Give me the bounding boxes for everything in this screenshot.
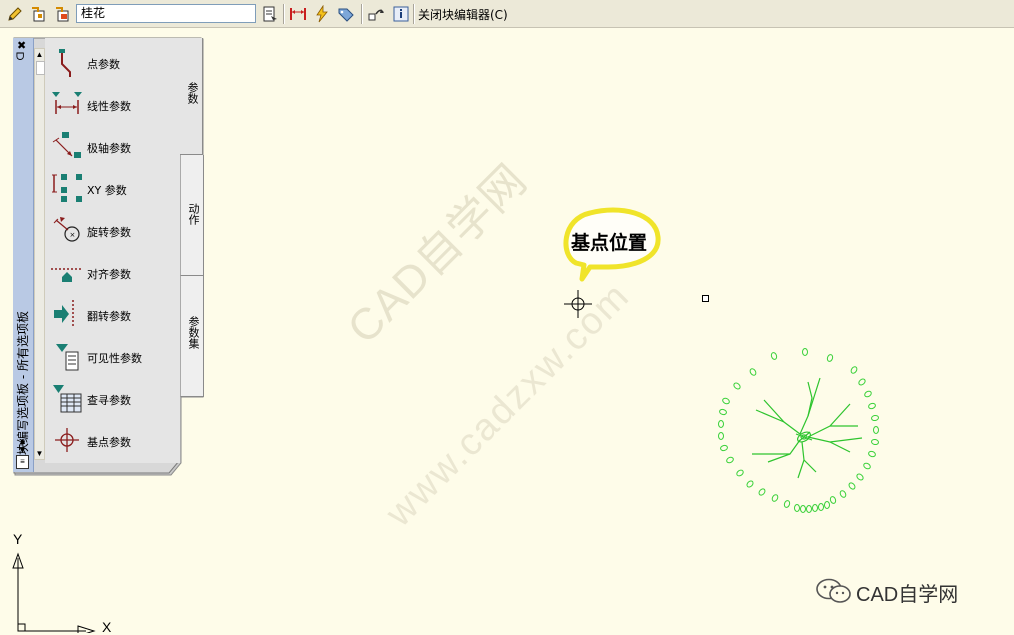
- alignment-parameter-icon: [51, 268, 83, 282]
- tab-label: 参数集: [187, 316, 200, 349]
- palette-item-label: 点参数: [87, 58, 120, 71]
- palette-item-xy-parameter[interactable]: XY 参数: [45, 168, 180, 208]
- palette-item-lookup-parameter[interactable]: 查寻参数: [45, 378, 180, 418]
- watermark-text: CAD自学网: [338, 155, 537, 354]
- properties-menu-icon[interactable]: ≡: [16, 455, 29, 469]
- update-parameter-button[interactable]: [366, 4, 386, 24]
- save-block-as-button[interactable]: [53, 4, 73, 24]
- block-test-icon: [263, 6, 277, 22]
- close-icon[interactable]: ✖: [17, 39, 26, 52]
- ucs-icon: [12, 552, 96, 633]
- palette-content: 点参数 线性参数 极轴参数 XY 参数 × 旋转参数 对齐参数 翻转参数 可见性…: [45, 38, 180, 463]
- save-as-icon: [56, 7, 69, 22]
- toolbar-separator: [413, 4, 415, 24]
- osmanthus-tree-symbol[interactable]: [712, 342, 898, 522]
- palette-item-linear-parameter[interactable]: 线性参数: [45, 84, 180, 124]
- palette-item-polar-parameter[interactable]: 极轴参数: [45, 126, 180, 166]
- scroll-thumb[interactable]: [36, 61, 45, 75]
- palette-item-alignment-parameter[interactable]: 对齐参数: [45, 252, 180, 292]
- base-point-crosshair-icon[interactable]: [562, 288, 594, 320]
- toolbar-separator: [361, 4, 363, 24]
- palette-item-label: 翻转参数: [87, 310, 131, 323]
- tab-actions[interactable]: 动作: [180, 155, 204, 276]
- tab-parameters[interactable]: 参数: [180, 38, 203, 155]
- palette-item-label: 极轴参数: [87, 142, 131, 155]
- linear-parameter-icon: [52, 92, 82, 114]
- palette-item-label: 线性参数: [87, 100, 131, 113]
- palette-item-visibility-parameter[interactable]: 可见性参数: [45, 336, 180, 376]
- palette-tabs: 参数 动作 参数集: [180, 38, 204, 398]
- palette-item-label: 可见性参数: [87, 352, 142, 365]
- dimension-parameter-icon: [290, 8, 306, 20]
- xy-parameter-icon: [52, 174, 82, 202]
- wechat-icon: [816, 578, 851, 603]
- palette-item-label: 对齐参数: [87, 268, 131, 281]
- close-block-editor-button[interactable]: 关闭块编辑器(C): [418, 6, 508, 23]
- basepoint-parameter-icon: [55, 428, 79, 452]
- test-block-button[interactable]: [260, 4, 280, 24]
- watermark-url: www.cadzxw.com: [378, 274, 639, 535]
- block-name-field[interactable]: 桂花: [76, 4, 256, 23]
- visibility-parameter-icon: [56, 344, 79, 371]
- lightning-icon: [316, 5, 328, 23]
- info-icon: [393, 6, 409, 22]
- rotation-parameter-icon: ×: [53, 217, 80, 242]
- ucs-y-label: Y: [13, 531, 23, 547]
- save-block-icon: [32, 7, 45, 22]
- palette-item-label: 基点参数: [87, 436, 131, 449]
- update-icon: [368, 9, 384, 21]
- edit-block-button[interactable]: [5, 4, 25, 24]
- svg-text:×: ×: [70, 231, 76, 239]
- block-editor-toolbar: 桂花 关闭块编辑器(C): [0, 0, 1014, 28]
- palette-scrollbar[interactable]: ▲ ▼: [34, 48, 45, 460]
- flip-parameter-icon: [54, 300, 74, 328]
- attribute-tag-icon: [338, 8, 354, 22]
- learn-dynamic-blocks-button[interactable]: [391, 4, 411, 24]
- point-parameter-icon: [59, 49, 71, 77]
- palette-item-label: 查寻参数: [87, 394, 131, 407]
- tab-parameter-sets[interactable]: 参数集: [180, 276, 204, 397]
- pencil-icon: [8, 7, 22, 21]
- tab-label: 动作: [187, 203, 200, 225]
- scroll-down-icon[interactable]: ▼: [35, 448, 44, 459]
- parameter-grip[interactable]: [702, 295, 709, 302]
- callout-text: 基点位置: [571, 232, 648, 254]
- tab-label: 参数: [186, 82, 199, 104]
- polar-parameter-icon: [52, 132, 81, 158]
- auto-hide-icon[interactable]: ᗜ: [16, 52, 24, 63]
- palette-title: 块编写选项板 - 所有选项板: [16, 311, 30, 455]
- parameter-button[interactable]: [288, 4, 308, 24]
- palette-item-label: 旋转参数: [87, 226, 131, 239]
- palette-item-flip-parameter[interactable]: 翻转参数: [45, 294, 180, 334]
- palette-item-label: XY 参数: [87, 184, 127, 197]
- palette-item-rotation-parameter[interactable]: × 旋转参数: [45, 210, 180, 250]
- save-block-button[interactable]: [29, 4, 49, 24]
- toolbar-separator: [283, 4, 285, 24]
- palette-arrows-icon[interactable]: ▲ ▼: [18, 437, 27, 455]
- brand-text: CAD自学网: [856, 584, 959, 606]
- palette-item-point-parameter[interactable]: 点参数: [45, 42, 180, 82]
- scroll-up-icon[interactable]: ▲: [35, 49, 44, 60]
- lookup-parameter-icon: [53, 385, 82, 413]
- palette-item-basepoint-parameter[interactable]: 基点参数: [45, 420, 180, 460]
- action-button[interactable]: [312, 4, 332, 24]
- define-attribute-button[interactable]: [336, 4, 356, 24]
